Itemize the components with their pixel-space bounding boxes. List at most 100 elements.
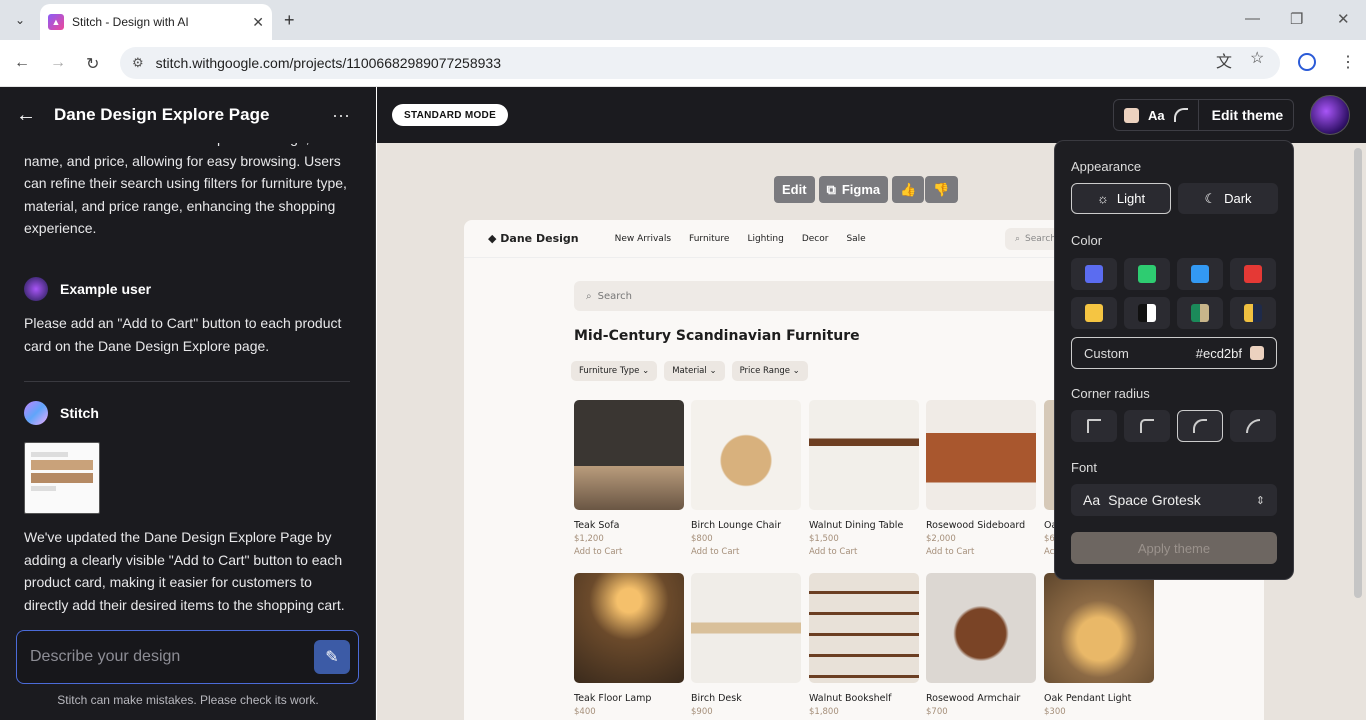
editor-header: STANDARD MODE Aa Edit theme: [377, 87, 1366, 143]
copy-icon: ⧉: [826, 181, 836, 197]
translate-icon[interactable]: 文: [1216, 48, 1232, 72]
add-to-cart-link[interactable]: Add to Cart: [691, 547, 801, 557]
filter-chip[interactable]: Material ⌄: [664, 361, 725, 381]
product-card[interactable]: Walnut Dining Table $1,500 Add to Cart: [809, 400, 919, 557]
user-avatar: [24, 277, 48, 301]
thumbs-up-icon[interactable]: 👍: [892, 176, 925, 203]
restore-icon[interactable]: ❐: [1290, 10, 1303, 28]
product-image: [691, 573, 801, 683]
product-name: Walnut Dining Table: [809, 520, 904, 531]
corner-radius-option[interactable]: [1124, 410, 1170, 442]
url-field[interactable]: ⚙ stitch.withgoogle.com/projects/1100668…: [120, 47, 1280, 79]
dark-label: Dark: [1224, 191, 1252, 206]
color-swatch[interactable]: [1124, 258, 1170, 290]
scrollbar[interactable]: [1354, 148, 1362, 598]
figma-label: Figma: [841, 182, 881, 197]
site-info-icon[interactable]: ⚙: [132, 55, 144, 71]
product-card[interactable]: Rosewood Sideboard $2,000 Add to Cart: [926, 400, 1036, 557]
add-to-cart-link[interactable]: Add to Cart: [809, 547, 919, 557]
brand-name: Dane Design: [500, 232, 579, 245]
user-message: Please add an "Add to Cart" button to ea…: [24, 312, 354, 357]
product-name: Birch Desk: [691, 693, 742, 704]
close-icon[interactable]: ✕: [252, 14, 264, 31]
color-swatch[interactable]: [1177, 297, 1223, 329]
product-image: [1044, 573, 1154, 683]
back-arrow-icon[interactable]: ←: [16, 104, 36, 127]
search-placeholder: Search: [1025, 234, 1056, 244]
profile-icon[interactable]: [1298, 53, 1316, 71]
font-value: Space Grotesk: [1108, 492, 1201, 508]
product-image: [691, 400, 801, 510]
mode-badge[interactable]: STANDARD MODE: [392, 104, 509, 126]
search-icon: ⌕: [1015, 234, 1021, 244]
product-card[interactable]: Teak Floor Lamp $400: [574, 573, 684, 717]
dark-mode-button[interactable]: ☾ Dark: [1178, 183, 1278, 214]
bot-header: Stitch: [24, 401, 99, 425]
corner-radius-option[interactable]: [1177, 410, 1223, 442]
user-name: Example user: [60, 281, 152, 297]
product-card[interactable]: Birch Desk $900: [691, 573, 801, 717]
browser-tab[interactable]: ▲ Stitch - Design with AI ✕: [40, 4, 272, 40]
filter-chip[interactable]: Price Range ⌄: [731, 361, 808, 381]
color-swatch[interactable]: [1177, 258, 1223, 290]
color-swatch[interactable]: [1230, 297, 1276, 329]
add-to-cart-link[interactable]: Add to Cart: [926, 547, 1036, 557]
font-label: Font: [1071, 460, 1098, 475]
corner-radius-option[interactable]: [1230, 410, 1276, 442]
font-select[interactable]: Aa Space Grotesk ⇕: [1071, 484, 1277, 516]
browser-menu-icon[interactable]: ⋮: [1340, 52, 1356, 72]
appearance-label: Appearance: [1071, 159, 1142, 174]
divider: [24, 381, 350, 382]
bookmark-star-icon[interactable]: ☆: [1250, 48, 1264, 68]
font-icon: Aa: [1083, 492, 1101, 508]
minimize-icon[interactable]: —: [1245, 10, 1260, 27]
nav-link[interactable]: Decor: [802, 234, 829, 244]
thumbs-down-icon[interactable]: 👎: [925, 176, 958, 203]
custom-color-field[interactable]: Custom #ecd2bf: [1071, 337, 1277, 369]
color-swatch[interactable]: [1071, 297, 1117, 329]
stitch-avatar: [24, 401, 48, 425]
edit-button[interactable]: Edit: [774, 176, 815, 203]
filter-chip[interactable]: Furniture Type ⌄: [571, 361, 658, 381]
browser-tab-strip: ⌄ ▲ Stitch - Design with AI ✕ + — ❐ ✕: [0, 0, 1366, 40]
prompt-input[interactable]: Describe your design ✎: [16, 630, 359, 684]
light-mode-button[interactable]: ☼ Light: [1071, 183, 1171, 214]
nav-link[interactable]: Lighting: [747, 234, 783, 244]
new-tab-icon[interactable]: +: [284, 10, 295, 31]
product-card[interactable]: Rosewood Armchair $700: [926, 573, 1036, 717]
tab-search-icon[interactable]: ⌄: [8, 8, 32, 32]
add-to-cart-link[interactable]: Add to Cart: [574, 547, 684, 557]
back-icon[interactable]: ←: [14, 54, 30, 72]
corner-radius-option[interactable]: [1071, 410, 1117, 442]
figma-button[interactable]: ⧉ Figma: [818, 176, 889, 203]
window-close-icon[interactable]: ✕: [1337, 10, 1350, 28]
magic-wand-send-icon[interactable]: ✎: [314, 640, 350, 674]
nav-link[interactable]: New Arrivals: [615, 234, 671, 244]
product-image: [926, 573, 1036, 683]
nav-link[interactable]: Sale: [846, 234, 865, 244]
forward-icon[interactable]: →: [50, 54, 66, 72]
color-swatch-grid: [1071, 258, 1276, 329]
moon-icon: ☾: [1204, 190, 1217, 206]
product-card[interactable]: Oak Pendant Light $300: [1044, 573, 1154, 717]
address-bar: ← → ↻ ⚙ stitch.withgoogle.com/projects/1…: [0, 40, 1366, 87]
product-name: Rosewood Armchair: [926, 693, 1021, 704]
custom-label: Custom: [1084, 345, 1129, 361]
product-card[interactable]: Walnut Bookshelf $1,800: [809, 573, 919, 717]
apply-theme-button[interactable]: Apply theme: [1071, 532, 1277, 564]
color-swatch[interactable]: [1124, 297, 1170, 329]
disclaimer: Stitch can make mistakes. Please check i…: [57, 693, 319, 707]
design-thumbnail[interactable]: [24, 442, 100, 514]
sidebar-header: ← Dane Design Explore Page ···: [0, 87, 376, 143]
product-card[interactable]: Birch Lounge Chair $800 Add to Cart: [691, 400, 801, 557]
product-card[interactable]: Teak Sofa $1,200 Add to Cart: [574, 400, 684, 557]
chevron-updown-icon: ⇕: [1255, 494, 1265, 507]
color-swatch[interactable]: [1230, 258, 1276, 290]
reload-icon[interactable]: ↻: [86, 54, 99, 74]
nav-link[interactable]: Furniture: [689, 234, 729, 244]
account-avatar[interactable]: [1310, 95, 1350, 135]
more-options-icon[interactable]: ···: [332, 105, 350, 126]
color-swatch[interactable]: [1071, 258, 1117, 290]
message-text: item is showcased with a clear product i…: [24, 130, 347, 236]
edit-theme-button[interactable]: Aa Edit theme: [1113, 99, 1294, 131]
